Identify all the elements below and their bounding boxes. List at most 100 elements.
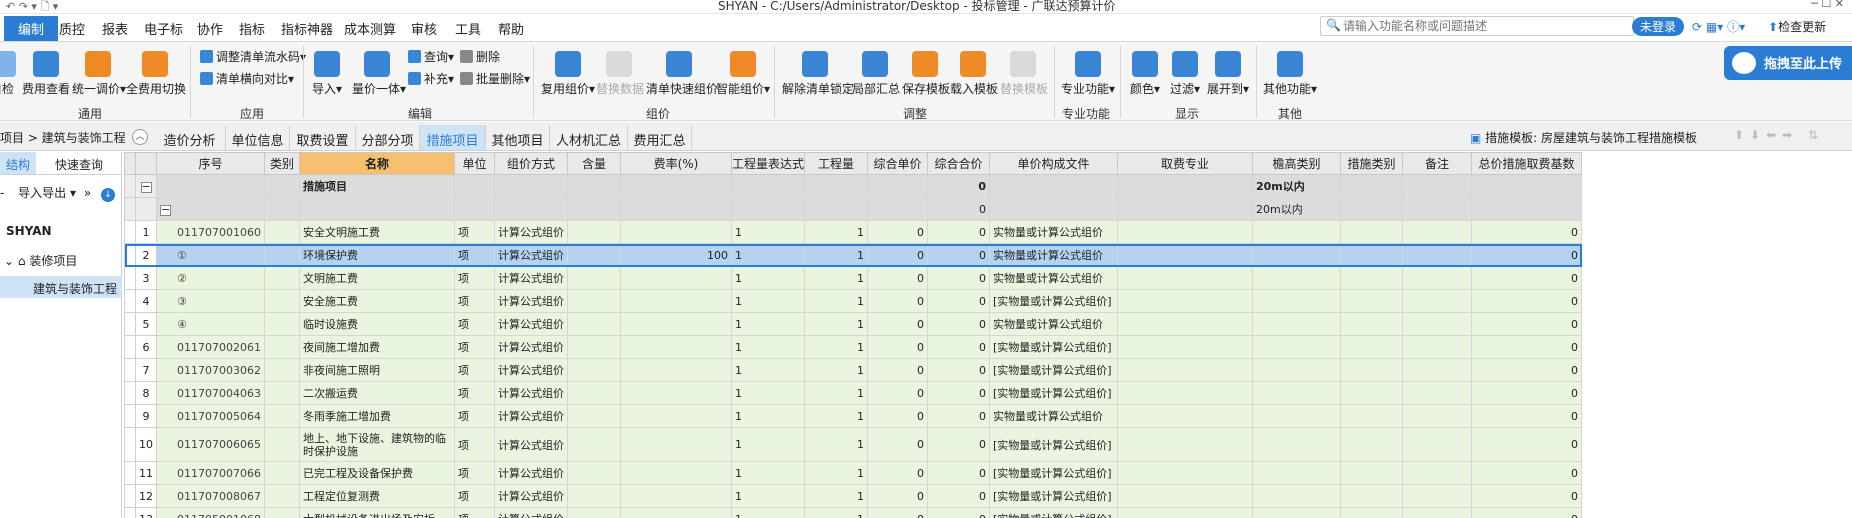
row-expr[interactable]: 1 xyxy=(730,484,806,508)
row-fee-base[interactable]: 0 xyxy=(1471,243,1582,267)
row-unit[interactable]: 项 xyxy=(453,289,495,313)
row-fee-base[interactable]: 0 xyxy=(1471,312,1582,336)
row-fee-specialty[interactable] xyxy=(1117,243,1253,267)
row-expr[interactable]: 1 xyxy=(730,312,806,336)
row-seq[interactable]: 011705001068 xyxy=(156,507,265,518)
menu-help[interactable]: 帮助 xyxy=(498,19,524,38)
row-height-class[interactable] xyxy=(1252,507,1341,518)
tab-labor-material[interactable]: 人材机汇总 xyxy=(550,125,628,150)
row-qty[interactable]: 1 xyxy=(804,427,868,462)
row-fee-specialty[interactable] xyxy=(1117,507,1253,518)
row-expr[interactable]: 1 xyxy=(730,461,806,485)
header-total[interactable]: 综合合价 xyxy=(927,152,990,175)
row-price-file[interactable]: 实物量或计算公式组价 xyxy=(989,220,1118,244)
delete-button[interactable]: 删除 xyxy=(460,48,500,65)
row-remark[interactable] xyxy=(1402,358,1472,382)
row-price-file[interactable]: [实物量或计算公式组价] xyxy=(989,484,1118,508)
window-controls[interactable]: ─ ☐ ✕ xyxy=(1811,0,1844,10)
row-category[interactable] xyxy=(263,404,300,428)
row-unit[interactable]: 项 xyxy=(453,461,495,485)
header-qty[interactable]: 工程量 xyxy=(804,152,868,175)
row-remark[interactable] xyxy=(1402,484,1472,508)
row-remark[interactable] xyxy=(1402,243,1472,267)
row-number[interactable]: 3 xyxy=(135,266,157,290)
table-row[interactable]: 13011705001068大型机械设备进出场及安拆项计算公式组价1100[实物… xyxy=(124,507,1582,518)
row-expr[interactable]: 1 xyxy=(730,243,806,267)
row-unit-price[interactable]: 0 xyxy=(867,484,928,508)
row-height-class[interactable] xyxy=(1252,404,1341,428)
row-name[interactable]: 夜间施工增加费 xyxy=(298,335,455,359)
unlock-button[interactable]: 解除清单锁定 xyxy=(782,51,854,97)
row-content[interactable] xyxy=(566,507,621,518)
row-rate[interactable] xyxy=(619,358,732,382)
row-fee-specialty[interactable] xyxy=(1117,381,1253,405)
row-rate[interactable] xyxy=(619,312,732,336)
menu-collab[interactable]: 协作 xyxy=(197,19,223,38)
row-price-file[interactable]: [实物量或计算公式组价] xyxy=(989,335,1118,359)
import-export-button[interactable]: 导入导出 ▾ xyxy=(18,186,76,200)
other-func-button[interactable]: 其他功能▾ xyxy=(1262,51,1318,97)
row-name[interactable]: 大型机械设备进出场及安拆 xyxy=(298,507,455,518)
row-rate[interactable] xyxy=(619,381,732,405)
row-seq[interactable]: ② xyxy=(156,266,265,290)
row-price-file[interactable]: [实物量或计算公式组价] xyxy=(989,381,1118,405)
row-qty[interactable]: 1 xyxy=(804,312,868,336)
tab-sub-items[interactable]: 分部分项 xyxy=(356,125,420,150)
row-fee-specialty[interactable] xyxy=(1117,427,1253,462)
header-name[interactable]: 名称 xyxy=(298,152,455,175)
row-height-class[interactable] xyxy=(1252,243,1341,267)
row-unit-price[interactable]: 0 xyxy=(867,289,928,313)
menu-index[interactable]: 指标 xyxy=(239,19,265,38)
row-method[interactable]: 计算公式组价 xyxy=(493,266,568,290)
row-method[interactable]: 计算公式组价 xyxy=(493,220,568,244)
row-total[interactable]: 0 xyxy=(927,266,990,290)
table-row[interactable]: 4 ③ 安全施工费项计算公式组价 1 1 0 0 [实物量或计算公式组价] 0 xyxy=(124,289,1582,313)
filter-button[interactable]: 过滤▾ xyxy=(1168,51,1202,97)
row-measure-class[interactable] xyxy=(1340,266,1403,290)
tree-root[interactable]: SHYAN xyxy=(6,224,52,238)
row-name[interactable]: 二次搬运费 xyxy=(298,381,455,405)
row-fee-specialty[interactable] xyxy=(1117,358,1253,382)
row-content[interactable] xyxy=(566,312,621,336)
row-fee-specialty[interactable] xyxy=(1117,461,1253,485)
row-expr[interactable]: 1 xyxy=(730,358,806,382)
replace-data-button[interactable]: 替换数据 xyxy=(596,51,644,97)
table-row[interactable]: 5 ④ 临时设施费项计算公式组价 1 1 0 0 实物量或计算公式组价 0 xyxy=(124,312,1582,336)
row-total[interactable]: 0 xyxy=(927,427,990,462)
collapse-icon[interactable]: ︿ xyxy=(132,129,148,145)
row-remark[interactable] xyxy=(1402,289,1472,313)
row-height-class[interactable] xyxy=(1252,358,1341,382)
row-height-class[interactable] xyxy=(1252,312,1341,336)
row-method[interactable]: 计算公式组价 xyxy=(493,289,568,313)
pro-func-button[interactable]: 专业功能▾ xyxy=(1060,51,1116,97)
row-price-file[interactable]: 实物量或计算公式组价 xyxy=(989,243,1118,267)
row-content[interactable] xyxy=(566,484,621,508)
row-measure-class[interactable] xyxy=(1340,335,1403,359)
row-qty[interactable]: 1 xyxy=(804,461,868,485)
row-seq[interactable]: ③ xyxy=(156,289,265,313)
login-button[interactable]: 未登录 xyxy=(1632,17,1685,36)
row-rate[interactable] xyxy=(619,461,732,485)
row-measure-class[interactable] xyxy=(1340,461,1403,485)
header-method[interactable]: 组价方式 xyxy=(493,152,568,175)
row-fee-base[interactable]: 0 xyxy=(1471,335,1582,359)
row-method[interactable]: 计算公式组价 xyxy=(493,461,568,485)
row-price-file[interactable]: 实物量或计算公式组价 xyxy=(989,266,1118,290)
row-category[interactable] xyxy=(263,289,300,313)
batch-delete-button[interactable]: 批量删除▾ xyxy=(460,70,530,87)
function-search[interactable]: 🔍 xyxy=(1320,16,1634,36)
row-qty[interactable]: 1 xyxy=(804,404,868,428)
row-name[interactable]: 冬雨季施工增加费 xyxy=(298,404,455,428)
row-height-class[interactable] xyxy=(1252,266,1341,290)
row-content[interactable] xyxy=(566,358,621,382)
table-row[interactable]: 9 011707005064 冬雨季施工增加费项计算公式组价 1 1 0 0 实物量或计算公式… xyxy=(124,404,1582,428)
row-remark[interactable] xyxy=(1402,404,1472,428)
row-unit[interactable]: 项 xyxy=(453,427,495,462)
row-rate[interactable] xyxy=(619,484,732,508)
expand-to-button[interactable]: 展开到▾ xyxy=(1206,51,1250,97)
refresh-icon[interactable]: ⟳ xyxy=(1692,20,1702,34)
row-fee-specialty[interactable] xyxy=(1117,312,1253,336)
row-expr[interactable]: 1 xyxy=(730,381,806,405)
menu-review[interactable]: 审核 xyxy=(411,19,437,38)
row-measure-class[interactable] xyxy=(1340,243,1403,267)
